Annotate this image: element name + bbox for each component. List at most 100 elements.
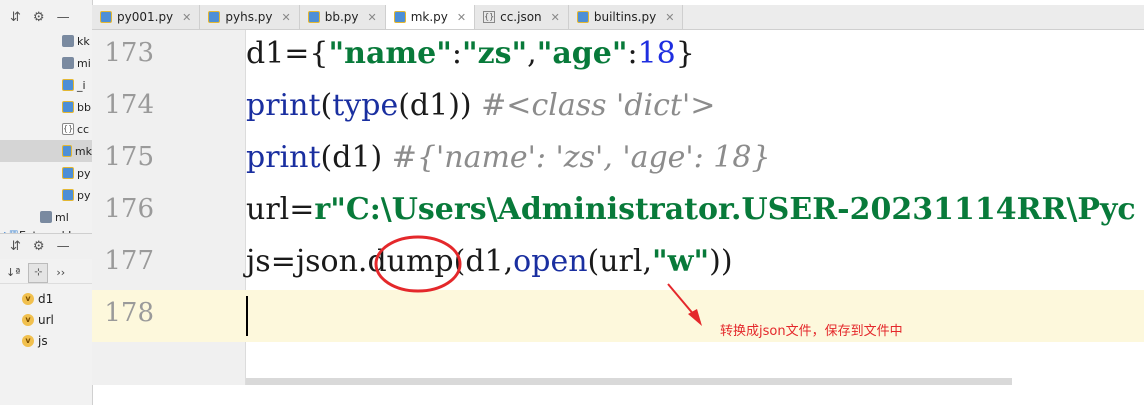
- tab-mk[interactable]: mk.py ✕: [385, 5, 476, 29]
- json-file-icon: {}: [62, 123, 74, 135]
- tree-item-label: kk: [77, 34, 90, 48]
- code-token: }: [675, 36, 695, 71]
- minimize-icon[interactable]: —: [57, 239, 70, 254]
- tab-py001[interactable]: py001.py ✕: [92, 5, 201, 29]
- python-file-icon: [208, 11, 221, 23]
- code-token: "name": [328, 36, 452, 71]
- structure-list: v d1 v url v js: [0, 288, 92, 351]
- code-token: type: [332, 88, 399, 123]
- gear-icon[interactable]: ⚙: [33, 10, 45, 25]
- code-line[interactable]: 177 js=json.dump(d1,open(url,"w")): [92, 238, 1144, 290]
- tab-builtins[interactable]: builtins.py ✕: [568, 5, 684, 29]
- field-filter-icon[interactable]: ⊹: [28, 262, 49, 283]
- code-token: print: [246, 88, 321, 123]
- horizontal-scrollbar[interactable]: [246, 378, 1012, 385]
- code-token: url=: [246, 192, 315, 227]
- code-line[interactable]: 178: [92, 290, 1144, 342]
- tab-bb[interactable]: bb.py ✕: [299, 5, 386, 29]
- tree-item[interactable]: py: [0, 184, 92, 206]
- code-token: r"C:\Users\Administrator.USER-20231114RR…: [314, 192, 1136, 227]
- gear-icon[interactable]: ⚙: [33, 239, 45, 254]
- python-file-icon: [62, 101, 74, 113]
- tree-item-label: py: [77, 188, 91, 202]
- tab-label: pyhs.py: [225, 10, 273, 24]
- code-editor[interactable]: 173 d1={"name":"zs","age":18} 174 print(typ…: [92, 30, 1144, 385]
- code-text: d1={"name":"zs","age":18}: [246, 36, 695, 71]
- tree-item-selected[interactable]: mk: [0, 140, 92, 162]
- code-token: print: [246, 140, 321, 175]
- code-token: #{'name': 'zs', 'age': 18}: [391, 140, 771, 175]
- tab-label: builtins.py: [593, 10, 657, 24]
- close-icon[interactable]: ✕: [281, 11, 290, 24]
- line-number: 176: [104, 194, 154, 224]
- code-token: :: [451, 36, 462, 71]
- structure-item[interactable]: v url: [0, 309, 92, 330]
- code-line[interactable]: 176 url=r"C:\Users\Administrator.USER-202…: [92, 186, 1144, 238]
- line-number: 174: [104, 90, 154, 120]
- line-number: 177: [104, 246, 154, 276]
- collapse-icon[interactable]: ⇵: [10, 10, 21, 25]
- line-number: 173: [104, 38, 154, 68]
- structure-toolbar: ⇵ ⚙ —: [0, 233, 92, 259]
- folder-icon: [62, 57, 74, 69]
- close-icon[interactable]: ✕: [551, 11, 560, 24]
- json-file-icon: {}: [483, 11, 496, 23]
- line-number: 175: [104, 142, 154, 172]
- tree-item[interactable]: ml: [0, 206, 92, 228]
- line-number: 178: [104, 298, 154, 328]
- python-file-icon: [62, 167, 74, 179]
- variable-icon: v: [22, 313, 34, 326]
- annotation-text: 转换成json文件，保存到文件中: [720, 324, 903, 339]
- code-line[interactable]: 173 d1={"name":"zs","age":18}: [92, 30, 1144, 82]
- tab-pyhs[interactable]: pyhs.py ✕: [200, 5, 300, 29]
- code-text: url=r"C:\Users\Administrator.USER-202311…: [246, 192, 1136, 227]
- code-token: #<class 'dict'>: [481, 88, 716, 123]
- structure-item-label: d1: [38, 291, 54, 306]
- close-icon[interactable]: ✕: [457, 11, 466, 24]
- python-file-icon: [307, 11, 320, 23]
- editor-tabs: py001.py ✕ pyhs.py ✕ bb.py ✕ mk.py ✕ {} …: [92, 5, 1144, 30]
- sort-alpha-icon[interactable]: ↓ª: [6, 266, 20, 279]
- project-tree: kk mi _i bb {} cc mk py py ml: [0, 30, 92, 242]
- left-panel: ⇵ ⚙ — kk mi _i bb {} cc mk py py ml ⇵ ⚙ …: [0, 0, 93, 405]
- folder-icon: [40, 211, 52, 223]
- tree-item[interactable]: _i: [0, 74, 92, 96]
- close-icon[interactable]: ✕: [367, 11, 376, 24]
- structure-item[interactable]: v d1: [0, 288, 92, 309]
- code-token: js=json.dump(d1,: [246, 244, 514, 279]
- minimize-icon[interactable]: —: [57, 10, 70, 25]
- tree-item[interactable]: bb: [0, 96, 92, 118]
- code-line[interactable]: 174 print(type(d1)) #<class 'dict'>: [92, 82, 1144, 134]
- tree-item-label: cc: [77, 122, 90, 136]
- variable-icon: v: [22, 292, 34, 305]
- tab-cc-json[interactable]: {} cc.json ✕: [475, 5, 569, 29]
- tree-item[interactable]: {} cc: [0, 118, 92, 140]
- structure-item-label: js: [38, 333, 48, 348]
- tree-item[interactable]: py: [0, 162, 92, 184]
- tree-item[interactable]: kk: [0, 30, 92, 52]
- code-token: :: [627, 36, 638, 71]
- tab-label: mk.py: [410, 10, 448, 24]
- python-file-icon: [393, 11, 406, 23]
- variable-icon: v: [22, 334, 34, 347]
- project-toolbar: ⇵ ⚙ —: [0, 4, 92, 30]
- tree-item-label: mk: [74, 144, 92, 158]
- code-token: )): [709, 244, 733, 279]
- code-token: open: [513, 244, 588, 279]
- text-caret: [246, 296, 248, 336]
- close-icon[interactable]: ✕: [182, 11, 191, 24]
- code-text: print(d1) #{'name': 'zs', 'age': 18}: [246, 140, 771, 175]
- structure-item-label: url: [38, 312, 54, 327]
- folder-icon: [62, 35, 74, 47]
- structure-sort-bar: ↓ª ⊹ ››: [0, 262, 92, 284]
- code-text: print(type(d1)) #<class 'dict'>: [246, 88, 715, 123]
- tree-item[interactable]: mi: [0, 52, 92, 74]
- close-icon[interactable]: ✕: [665, 11, 674, 24]
- python-file-icon: [62, 145, 72, 157]
- collapse-icon[interactable]: ⇵: [10, 239, 21, 254]
- code-token: (d1)): [398, 88, 482, 123]
- code-line[interactable]: 175 print(d1) #{'name': 'zs', 'age': 18}: [92, 134, 1144, 186]
- more-icon[interactable]: ››: [56, 266, 65, 279]
- structure-item[interactable]: v js: [0, 330, 92, 351]
- tab-label: bb.py: [324, 10, 359, 24]
